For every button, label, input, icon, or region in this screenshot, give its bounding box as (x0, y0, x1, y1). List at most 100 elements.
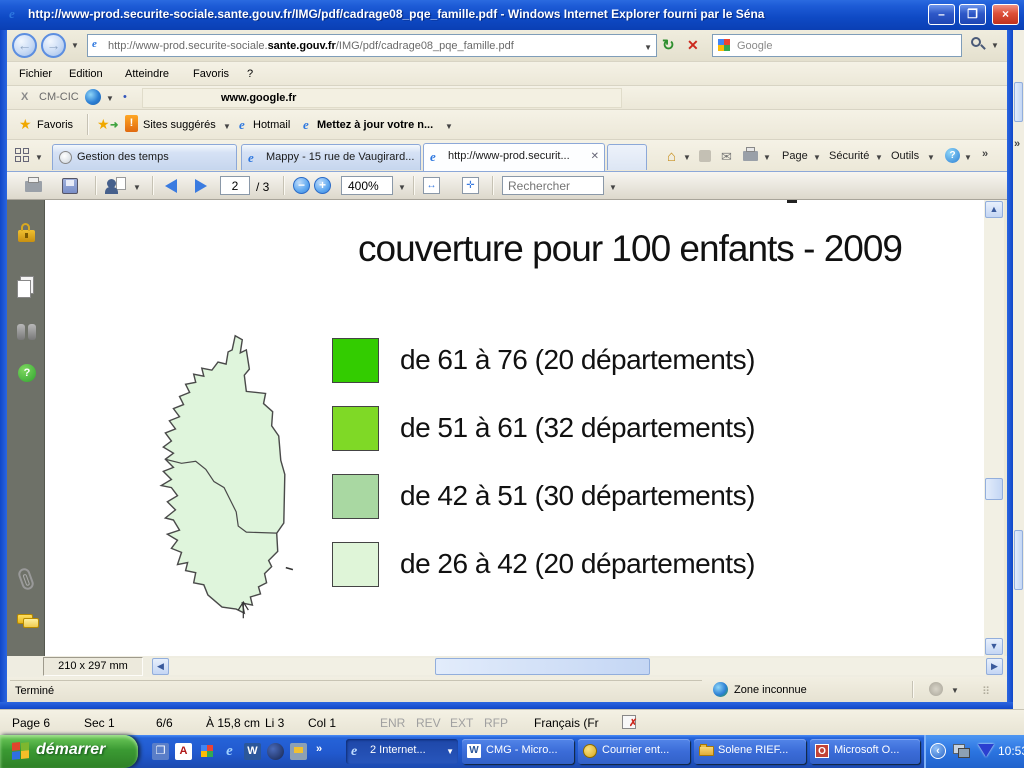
rss-feed-icon[interactable] (699, 150, 711, 162)
print-icon[interactable] (743, 151, 758, 161)
close-button[interactable]: × (992, 4, 1019, 25)
pdf-search-input[interactable] (502, 176, 604, 195)
ie-window-icon: e (9, 6, 15, 22)
cmcic-close-icon[interactable]: X (21, 91, 28, 103)
stop-button[interactable]: ✕ (687, 37, 699, 54)
zoom-dropdown-icon[interactable]: ▼ (398, 183, 406, 192)
menu-favoris[interactable]: Favoris (193, 68, 229, 80)
mail-icon[interactable]: ✉ (721, 149, 732, 165)
task-solene-folder[interactable]: Solene RIEF... (694, 739, 806, 764)
menu-edition[interactable]: Edition (69, 68, 103, 80)
horizontal-scrollbar[interactable] (169, 658, 986, 675)
favorites-button[interactable]: Favoris (37, 119, 73, 131)
help-icon[interactable]: ? (945, 148, 960, 163)
resize-grip-icon[interactable]: ⠿ (982, 685, 991, 698)
zoom-in-icon[interactable]: + (314, 177, 331, 194)
menu-help[interactable]: ? (247, 68, 253, 80)
quicklaunch-desktop-icon[interactable]: ❐ (152, 743, 169, 760)
start-button[interactable]: démarrer (0, 735, 138, 768)
tab-gestion-des-temps[interactable]: Gestion des temps (52, 144, 237, 170)
refresh-button[interactable]: ↻ (662, 36, 675, 54)
search-placeholder[interactable]: Google (737, 40, 772, 52)
tools-menu-button[interactable]: Outils (891, 150, 919, 162)
address-field[interactable]: e http://www-prod.securite-sociale.sante… (87, 34, 657, 57)
add-favorite-icon[interactable]: ★ (97, 116, 110, 133)
quicklaunch-overflow-chevron-icon[interactable]: » (316, 743, 322, 755)
tab-mappy[interactable]: e Mappy - 15 rue de Vaugirard... (241, 144, 421, 170)
maximize-button[interactable]: ❐ (959, 4, 986, 25)
address-dropdown-icon[interactable]: ▼ (644, 43, 652, 52)
quicklaunch-word-icon[interactable]: W (244, 743, 261, 760)
search-options-dropdown-icon[interactable]: ▼ (991, 41, 999, 50)
suggested-sites-button[interactable]: Sites suggérés (143, 119, 216, 131)
hotmail-button[interactable]: Hotmail (253, 119, 290, 131)
history-dropdown-icon[interactable]: ▼ (71, 41, 79, 50)
scroll-up-icon[interactable]: ▲ (985, 201, 1003, 218)
search-box[interactable]: Google (712, 34, 962, 57)
pdf-print-icon[interactable] (25, 181, 42, 192)
home-icon[interactable]: ⌂ (667, 148, 676, 165)
quick-tabs-dropdown-icon[interactable]: ▼ (35, 153, 43, 162)
cmcic-link-field[interactable]: www.google.fr (142, 88, 622, 108)
spellcheck-book-icon[interactable]: ✗ (622, 715, 636, 729)
previous-page-icon[interactable] (165, 179, 177, 193)
pages-panel-icon[interactable] (20, 276, 34, 294)
zoom-level-select[interactable]: 400% (341, 176, 393, 195)
quicklaunch-messenger-icon[interactable] (267, 743, 284, 760)
tab-active-pdf[interactable]: e http://www-prod.securit... ✕ (423, 143, 605, 171)
binoculars-search-icon[interactable] (17, 324, 25, 340)
word-rev-toggle[interactable]: REV (416, 716, 441, 730)
help-panel-icon[interactable]: ? (18, 364, 36, 382)
security-lock-icon[interactable] (18, 230, 35, 242)
vertical-scroll-thumb[interactable] (985, 478, 1003, 500)
new-tab-stub[interactable] (607, 144, 647, 170)
word-enr-toggle[interactable]: ENR (380, 716, 405, 730)
quicklaunch-acrobat-icon[interactable]: A (175, 743, 192, 760)
pdf-collaborate-icon[interactable] (107, 177, 127, 195)
scroll-left-icon[interactable]: ◀ (152, 658, 169, 675)
minimize-button[interactable]: – (928, 4, 955, 25)
search-go-button[interactable]: ▼ (969, 36, 1003, 56)
forward-button[interactable]: → (41, 33, 66, 58)
task-microsoft-o[interactable]: O Microsoft O... (810, 739, 920, 764)
address-url[interactable]: http://www-prod.securite-sociale.sante.g… (108, 40, 514, 52)
quicklaunch-ie-icon[interactable]: e (221, 743, 238, 760)
comments-icon[interactable] (17, 614, 33, 624)
update-icon: e (303, 117, 309, 133)
toolbar-overflow-chevron-icon[interactable]: » (982, 148, 988, 160)
tab-close-icon[interactable]: ✕ (591, 151, 599, 162)
tray-collapse-chevron-icon[interactable]: ‹ (930, 743, 946, 759)
task-internet-group[interactable]: e 2 Internet... ▼ (346, 739, 458, 764)
task-group-dropdown-icon[interactable]: ▼ (446, 747, 454, 756)
quicklaunch-network-icon[interactable] (290, 743, 307, 760)
page-number-input[interactable]: 2 (220, 176, 250, 195)
pdf-save-icon[interactable] (62, 178, 78, 194)
folder-icon (699, 746, 714, 756)
fit-width-icon[interactable]: ↔ (423, 177, 440, 194)
menu-fichier[interactable]: Fichier (19, 68, 52, 80)
security-menu-button[interactable]: Sécurité (829, 150, 869, 162)
next-page-icon[interactable] (195, 179, 207, 193)
word-ext-toggle[interactable]: EXT (450, 716, 473, 730)
word-rfp-toggle[interactable]: RFP (484, 716, 508, 730)
quicklaunch-google-icon[interactable] (198, 743, 215, 760)
fit-page-icon[interactable]: ✛ (462, 177, 479, 194)
page-menu-button[interactable]: Page (782, 150, 808, 162)
cmcic-dropdown-icon[interactable]: ▼ (106, 94, 114, 103)
menu-atteindre[interactable]: Atteindre (125, 68, 169, 80)
protected-mode-icon[interactable] (929, 682, 943, 696)
horizontal-scroll-thumb[interactable] (435, 658, 650, 675)
pdf-search-dropdown-icon[interactable]: ▼ (609, 183, 617, 192)
scroll-down-icon[interactable]: ▼ (985, 638, 1003, 655)
legend-label: de 61 à 76 (20 départements) (400, 344, 755, 376)
quick-tabs-icon[interactable] (15, 148, 30, 163)
task-courrier[interactable]: Courrier ent... (578, 739, 690, 764)
zoom-out-icon[interactable]: − (293, 177, 310, 194)
attachments-paperclip-icon[interactable] (17, 567, 36, 592)
back-button[interactable]: ← (12, 33, 37, 58)
update-button[interactable]: Mettez à jour votre n... (317, 119, 433, 131)
scroll-right-icon[interactable]: ▶ (986, 658, 1003, 675)
cmcic-link[interactable]: www.google.fr (221, 92, 296, 104)
vertical-scrollbar[interactable]: ▲ ▼ (984, 200, 1004, 656)
task-cmg-word[interactable]: W CMG - Micro... (462, 739, 574, 764)
